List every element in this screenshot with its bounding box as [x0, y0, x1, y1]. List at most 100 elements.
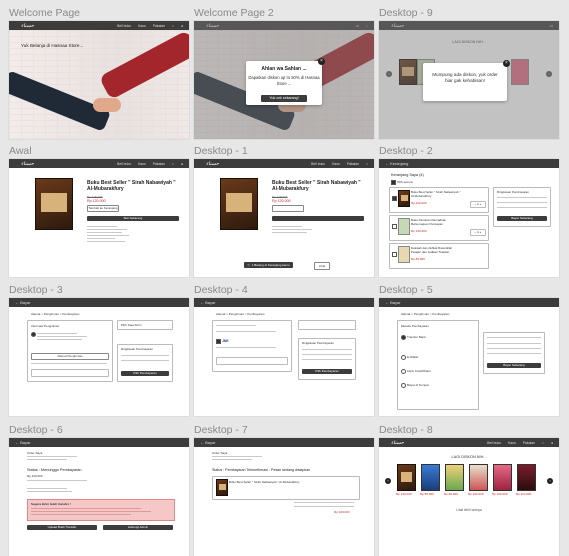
back-icon[interactable]: ← Bayar — [15, 440, 31, 445]
product-image — [220, 178, 258, 230]
frame-label: Desktop - 1 — [194, 145, 248, 157]
product-title: Buku Best Seller " Sirah Nabawiyah " Al-… — [87, 180, 176, 192]
payment-radio[interactable] — [401, 355, 406, 360]
shipping-select[interactable]: Pilih Jasa Kirim — [117, 320, 173, 330]
upload-proof-button[interactable]: Upload Bukti Transfer — [27, 525, 97, 530]
back-icon[interactable]: ← Bayar — [15, 300, 31, 305]
navbar: ← Bayar — [379, 298, 559, 307]
pay-now-button[interactable]: Bayar Sekarang — [487, 363, 541, 368]
artboard: حسناء Beli buku Kaos Pakaian ⌕ ● LAGI DISKON… — [379, 438, 559, 556]
breadcrumb: Alamat > Pengiriman > Pembayaran — [31, 312, 80, 316]
product-card[interactable] — [397, 464, 416, 491]
frame-label: Desktop - 9 — [379, 7, 433, 19]
popup-button[interactable]: Yuk cek sekarang! — [261, 94, 307, 102]
payment-method-card: Metode Pembayaran Transfer Bank E-Wallet… — [397, 320, 479, 410]
shipping-select[interactable] — [298, 320, 356, 330]
user-icon[interactable]: ● — [181, 24, 183, 28]
frame-label: Desktop - 2 — [379, 145, 433, 157]
select-all-checkbox[interactable] — [391, 180, 396, 185]
frame-label: Welcome Page — [9, 7, 81, 19]
popup-body: Dapatkan diskon up to 50% di Hasnaa Stor… — [248, 75, 320, 86]
see-more-link[interactable]: Lihat lebih lainnya — [379, 508, 559, 512]
summary-card: Ringkasan Pembayaran Bayar Sekarang — [493, 187, 551, 227]
quantity-stepper[interactable]: − 1 + — [470, 201, 486, 208]
frame-label: Awal — [9, 145, 32, 157]
frame-label: Desktop - 4 — [194, 284, 248, 296]
welcome-popup: × Ahlan wa Sahlan ... Dapatkan diskon up… — [246, 58, 325, 105]
search-icon[interactable]: ⌕ — [172, 24, 174, 28]
cart-heading: Keranjang Saya (4) — [391, 173, 424, 177]
close-icon[interactable]: × — [318, 58, 325, 65]
checkout-button[interactable]: Bayar Sekarang — [497, 216, 547, 221]
navbar: حسناء Beli buku Kaos Pakaian ⌕ ● — [9, 159, 189, 168]
frame-label: Desktop - 8 — [379, 424, 433, 436]
nav-link[interactable]: Beli buku — [117, 24, 131, 28]
cart-toast: 🛒 1 Barang di Keranjang kamu — [244, 262, 293, 268]
order-status: Status : Menunggu Pembayaran — [27, 468, 82, 472]
choose-payment-button[interactable]: Pilih Pembayaran — [121, 371, 169, 376]
choose-payment-button[interactable]: Pilih Pembayaran — [302, 369, 352, 374]
product-card[interactable] — [421, 464, 440, 491]
add-to-cart-button[interactable]: Tambah ke Keranjang — [87, 205, 119, 212]
navbar: ← Keranjang — [379, 159, 559, 168]
quantity-stepper[interactable]: − 1 + — [470, 229, 486, 236]
navbar: ← Bayar — [194, 298, 374, 307]
summary-card: Ringkasan Pembayaran Pilih Pembayaran — [298, 338, 356, 380]
product-card[interactable] — [493, 464, 512, 491]
contact-admin-button[interactable]: Hubungi Admin — [103, 525, 173, 530]
cart-item: Buku Best Seller " Sirah Nabawiyah " Al-… — [389, 187, 489, 213]
note-input[interactable] — [31, 369, 109, 377]
breadcrumb: Alamat > Pengiriman > Pembayaran — [401, 312, 450, 316]
arrow-left-icon[interactable]: ‹ — [385, 478, 391, 484]
product-image — [35, 178, 73, 230]
arrow-right-icon[interactable]: › — [547, 478, 553, 484]
popup-title: Ahlan wa Sahlan ... — [261, 66, 307, 72]
artboard: ← Bayar Order Saya Status : Menunggu Pem… — [9, 438, 189, 556]
product-card[interactable] — [517, 464, 536, 491]
product-card[interactable] — [445, 464, 464, 491]
arrow-right-icon[interactable]: › — [546, 71, 552, 77]
order-item: Buku Best Seller " Sirah Nabawiyah " Al-… — [212, 476, 360, 500]
back-icon[interactable]: ← Bayar — [200, 440, 216, 445]
search-icon[interactable]: ⌕ — [172, 162, 174, 166]
courier-select[interactable] — [216, 357, 288, 365]
navbar: ← Bayar — [9, 438, 189, 447]
product-price: Rp 120.000 — [272, 199, 291, 203]
summary-card: Ringkasan Pembayaran Pilih Pembayaran — [117, 344, 173, 382]
product-title: Buku Best Seller " Sirah Nabawiyah " Al-… — [272, 180, 361, 192]
frame-label: Desktop - 3 — [9, 284, 63, 296]
summary-card: Bayar Sekarang — [483, 332, 545, 374]
cart-item: Buku Panduan Ramadhan Berkemajuan Persia… — [389, 215, 489, 241]
payment-radio[interactable] — [401, 369, 406, 374]
address-card: Informasi Pengiriman Alamat Pengiriman — [27, 320, 113, 382]
back-icon[interactable]: ← Keranjang — [385, 161, 408, 166]
add-to-cart-button[interactable] — [272, 205, 304, 212]
back-icon[interactable]: ← Bayar — [200, 300, 216, 305]
payment-radio[interactable] — [401, 383, 406, 388]
hero-text: Yuk Belanja di Hasnaa Store... — [21, 43, 84, 48]
artboard: ← Bayar Alamat > Pengiriman > Pembayaran… — [379, 298, 559, 416]
nav-link[interactable]: Kaos — [138, 24, 146, 28]
navbar: حسناء Beli buku Kaos Pakaian ⌕ ● — [379, 438, 559, 447]
artboard: ← Keranjang Keranjang Saya (4) Pilih sem… — [379, 159, 559, 277]
nav-link[interactable]: Pakaian — [153, 24, 165, 28]
product-price: Rp 120.000 — [87, 199, 106, 203]
close-icon[interactable]: × — [503, 60, 510, 67]
buy-now-button[interactable]: Beli Sekarang — [87, 216, 179, 221]
toast-view-button[interactable]: Lihat — [314, 262, 330, 270]
artboard: حسناء Beli buku Kaos Pakaian ⌕ ● Buku Best S… — [9, 159, 189, 277]
order-status: Status : Pembayaran Terkonfirmasi - Pesa… — [212, 468, 311, 472]
shipping-card: JNE — [212, 320, 292, 372]
logo: حسناء — [21, 22, 34, 29]
discount-popup: × Mumpung ada diskon, yuk order biar gak… — [423, 60, 510, 101]
user-icon[interactable]: ● — [181, 162, 183, 166]
artboard: ← Bayar Alamat > Pengiriman > Pembayaran… — [9, 298, 189, 416]
arrow-left-icon[interactable]: ‹ — [386, 71, 392, 77]
artboard: ← Bayar Order Saya Status : Pembayaran T… — [194, 438, 374, 556]
payment-radio[interactable] — [401, 335, 406, 340]
breadcrumb: Alamat > Pengiriman > Pembayaran — [216, 312, 265, 316]
buy-now-button[interactable] — [272, 216, 364, 221]
product-card[interactable] — [469, 464, 488, 491]
back-icon[interactable]: ← Bayar — [385, 300, 401, 305]
address-button[interactable]: Alamat Pengiriman — [31, 353, 109, 360]
